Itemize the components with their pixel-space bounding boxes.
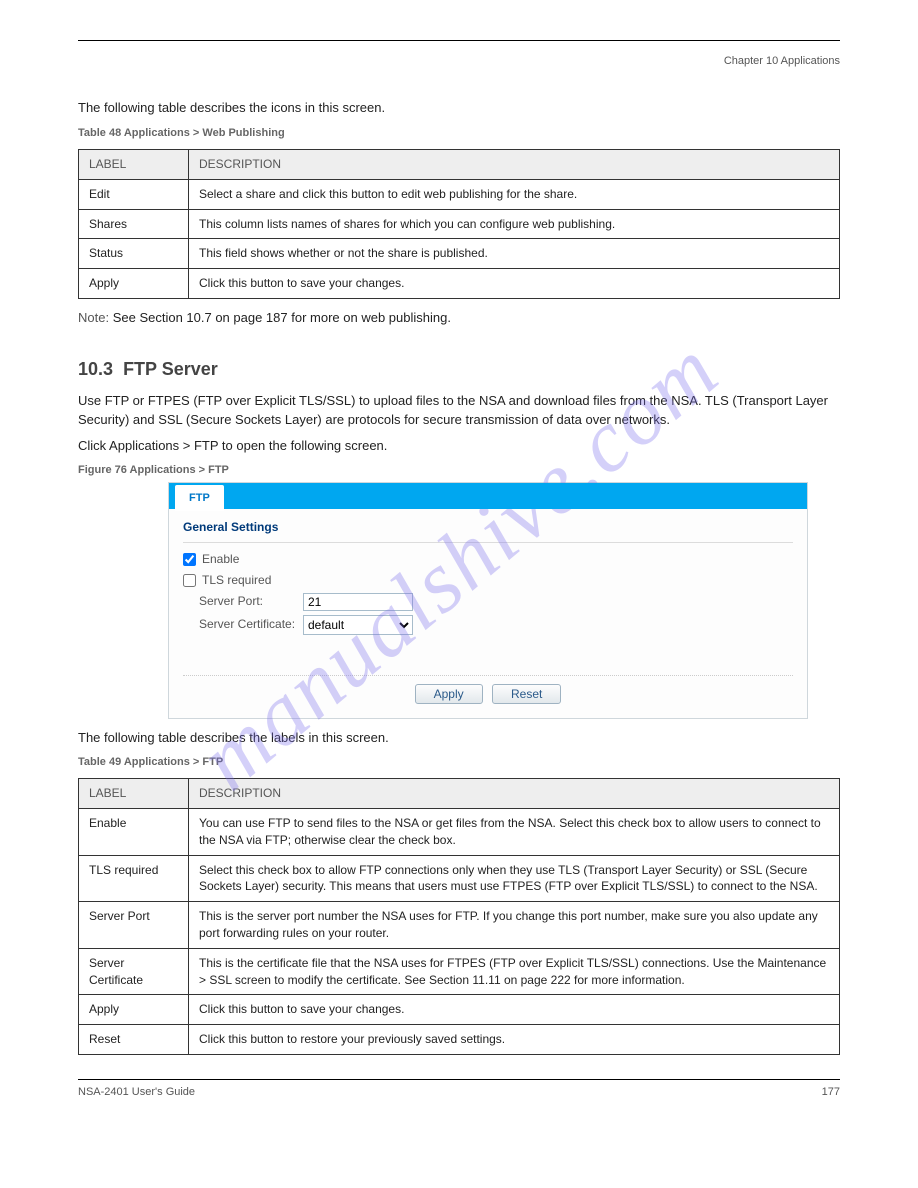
server-cert-row: Server Certificate: default [183,615,793,635]
table2-r5-c1: Click this button to restore your previo… [189,1025,840,1055]
table1-r3-c1: Click this button to save your changes. [189,269,840,299]
apply-button[interactable]: Apply [415,684,483,704]
table1-r3-c0: Apply [79,269,189,299]
ftp-button-row: Apply Reset [183,675,793,704]
server-port-label: Server Port: [199,593,303,610]
table2-r0-c0: Enable [79,809,189,856]
tls-required-checkbox[interactable] [183,574,196,587]
page-footer: NSA-2401 User's Guide 177 [78,1085,840,1100]
note-line: Note: See Section 10.7 on page 187 for m… [78,309,840,327]
table2-header-row: LABEL DESCRIPTION [79,779,840,809]
server-port-row: Server Port: [183,593,793,611]
table-row: Apply Click this button to save your cha… [79,995,840,1025]
note-label: Note: [78,310,109,325]
table2-r2-c1: This is the server port number the NSA u… [189,902,840,949]
click-path-text: Click Applications > FTP to open the fol… [78,437,840,455]
table1: LABEL DESCRIPTION Edit Select a share an… [78,149,840,299]
server-port-input[interactable] [303,593,413,611]
enable-checkbox[interactable] [183,553,196,566]
header-rule [78,40,840,50]
ftp-panel-body: General Settings Enable TLS required Ser… [169,509,807,717]
table1-r0-c0: Edit [79,179,189,209]
tls-required-label: TLS required [202,572,271,589]
table-row: Server Certificate This is the certifica… [79,948,840,995]
table1-r0-c1: Select a share and click this button to … [189,179,840,209]
table2-r1-c1: Select this check box to allow FTP conne… [189,855,840,902]
table-row: Enable You can use FTP to send files to … [79,809,840,856]
table2-r2-c0: Server Port [79,902,189,949]
section-number: 10.3 [78,359,113,379]
table1-r2-c1: This field shows whether or not the shar… [189,239,840,269]
table-row: TLS required Select this check box to al… [79,855,840,902]
post-table-intro: The following table describes the labels… [78,729,840,747]
table2-header-desc: DESCRIPTION [189,779,840,809]
section-body: Use FTP or FTPES (FTP over Explicit TLS/… [78,392,840,428]
table1-header-label: LABEL [79,149,189,179]
header-chapter: Chapter 10 Applications [724,54,840,69]
footer-page: 177 [822,1085,840,1100]
enable-label: Enable [202,551,239,568]
note-text: See Section 10.7 on page 187 for more on… [113,310,451,325]
tab-ftp[interactable]: FTP [175,485,224,510]
table-row: Server Port This is the server port numb… [79,902,840,949]
reset-button[interactable]: Reset [492,684,561,704]
table2-r4-c1: Click this button to save your changes. [189,995,840,1025]
table2-r5-c0: Reset [79,1025,189,1055]
table1-header-desc: DESCRIPTION [189,149,840,179]
general-settings-title: General Settings [183,519,793,536]
ftp-settings-panel: FTP General Settings Enable TLS required… [168,482,808,718]
table-row: Edit Select a share and click this butto… [79,179,840,209]
ftp-tabbar: FTP [169,483,807,509]
table2-r3-c0: Server Certificate [79,948,189,995]
figure-caption: Figure 76 Applications > FTP [78,463,840,478]
table2-caption: Table 49 Applications > FTP [78,755,840,770]
table1-r1-c1: This column lists names of shares for wh… [189,209,840,239]
table2-r0-c1: You can use FTP to send files to the NSA… [189,809,840,856]
server-cert-label: Server Certificate: [199,616,303,633]
table-row: Reset Click this button to restore your … [79,1025,840,1055]
table-row: Apply Click this button to save your cha… [79,269,840,299]
tls-row: TLS required [183,572,793,589]
page-header: Chapter 10 Applications [78,54,840,69]
table2-r1-c0: TLS required [79,855,189,902]
intro-text: The following table describes the icons … [78,99,840,117]
table-row: Status This field shows whether or not t… [79,239,840,269]
section-title: 10.3 FTP Server [78,357,840,382]
footer-guide: NSA-2401 User's Guide [78,1085,195,1100]
general-settings-separator [183,542,793,543]
table1-header-row: LABEL DESCRIPTION [79,149,840,179]
table2-r3-c1: This is the certificate file that the NS… [189,948,840,995]
section-name: FTP Server [123,359,218,379]
table1-caption: Table 48 Applications > Web Publishing [78,126,840,141]
table2: LABEL DESCRIPTION Enable You can use FTP… [78,778,840,1055]
table-row: Shares This column lists names of shares… [79,209,840,239]
table1-r1-c0: Shares [79,209,189,239]
table1-r2-c0: Status [79,239,189,269]
table2-header-label: LABEL [79,779,189,809]
server-cert-select[interactable]: default [303,615,413,635]
table2-r4-c0: Apply [79,995,189,1025]
enable-row: Enable [183,551,793,568]
